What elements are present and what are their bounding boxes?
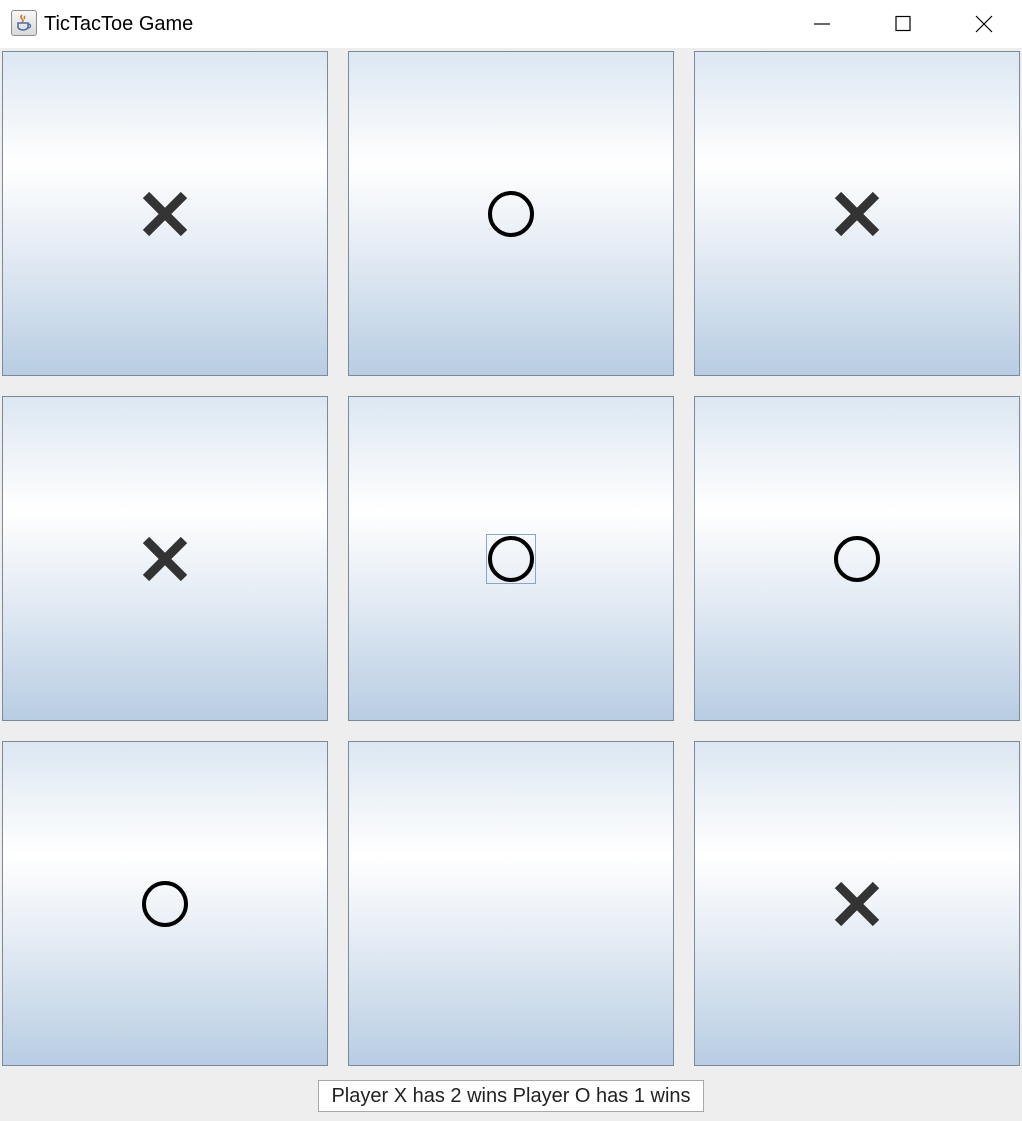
- x-mark-icon: [834, 191, 880, 236]
- board-cell-1[interactable]: [2, 51, 328, 376]
- board-cell-7[interactable]: [2, 741, 328, 1066]
- x-mark-icon: [142, 191, 188, 236]
- minimize-icon: [814, 23, 830, 25]
- board-cell-3[interactable]: [694, 51, 1020, 376]
- board-cell-6[interactable]: [694, 396, 1020, 721]
- maximize-icon: [895, 15, 911, 32]
- title-bar[interactable]: TicTacToe Game: [0, 0, 1022, 48]
- score-status-label: Player X has 2 wins Player O has 1 wins: [318, 1080, 704, 1112]
- board-cell-8[interactable]: [348, 741, 674, 1066]
- app-window: TicTacToe Game Player X has 2 wins Playe…: [0, 0, 1022, 1121]
- window-title: TicTacToe Game: [44, 13, 194, 35]
- close-icon: [975, 15, 993, 33]
- board-cell-4[interactable]: [2, 396, 328, 721]
- board-cell-5[interactable]: [348, 396, 674, 721]
- x-mark-icon: [834, 881, 880, 926]
- x-mark-icon: [142, 536, 188, 581]
- o-mark-icon: [488, 535, 534, 582]
- o-mark-icon: [142, 880, 188, 927]
- o-mark-icon: [834, 535, 880, 582]
- maximize-button[interactable]: [863, 0, 943, 48]
- o-mark-icon: [488, 190, 534, 237]
- board-cell-2[interactable]: [348, 51, 674, 376]
- close-button[interactable]: [943, 0, 1022, 48]
- java-cup-icon[interactable]: [11, 10, 37, 36]
- minimize-button[interactable]: [783, 0, 863, 48]
- board-cell-9[interactable]: [694, 741, 1020, 1066]
